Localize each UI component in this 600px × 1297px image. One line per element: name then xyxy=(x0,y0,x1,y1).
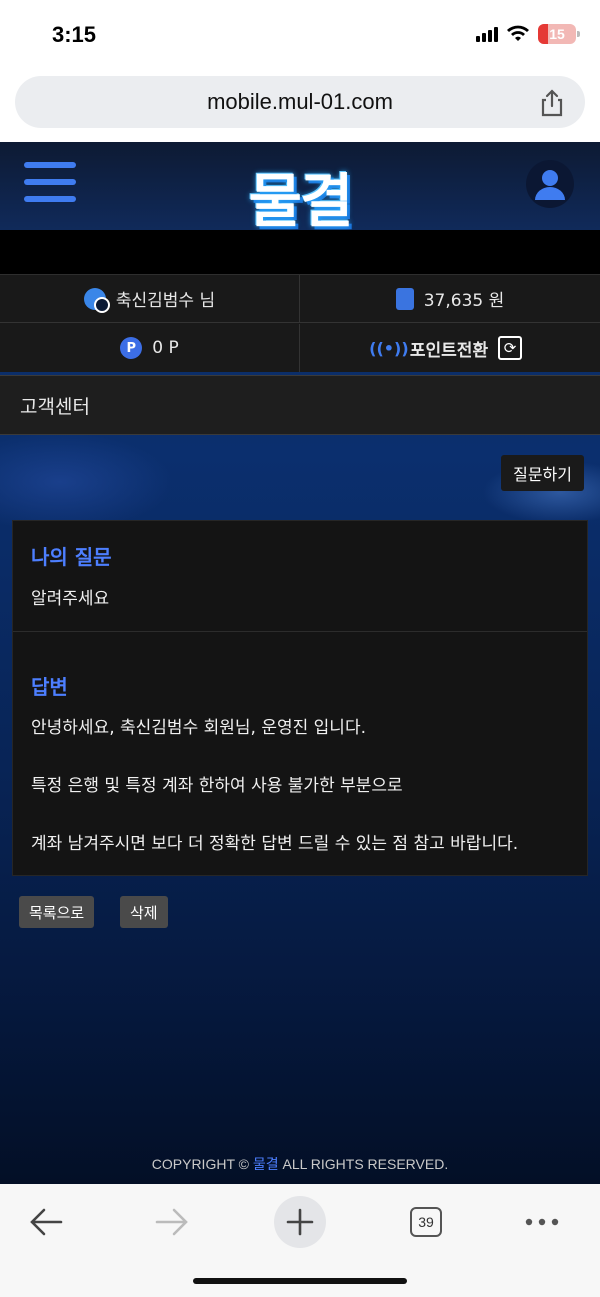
url-text: mobile.mul-01.com xyxy=(207,89,393,114)
wifi-icon xyxy=(507,25,529,41)
site-header: 물결 xyxy=(0,142,600,235)
status-icons: 15 xyxy=(476,24,580,44)
balance-cell: 37,635 원 xyxy=(300,275,600,323)
signal-icon xyxy=(476,26,498,42)
qa-panel: 나의 질문 알려주세요 답변 안녕하세요, 축신김범수 회원님, 운영진 입니다… xyxy=(12,520,588,876)
question-title: 나의 질문 xyxy=(31,545,112,569)
question-body: 알려주세요 xyxy=(31,589,110,609)
status-time: 3:15 xyxy=(52,22,97,47)
ask-question-button[interactable]: 질문하기 xyxy=(501,455,584,491)
copyright-brand: 물결 xyxy=(252,1156,279,1172)
refresh-icon[interactable]: ⟳ xyxy=(498,336,523,360)
point-exchange-cell[interactable]: ((•)) 포인트전환 ⟳ xyxy=(300,324,600,372)
plus-icon[interactable] xyxy=(274,1196,326,1248)
point-icon: P xyxy=(120,337,143,359)
notice-bar xyxy=(0,230,600,274)
exchange-icon: ((•)) xyxy=(369,338,409,358)
status-bar: 3:15 15 xyxy=(0,0,600,70)
site-content: 물결 축신김범수 님 37,635 원 P 0 P ((•)) 포인트전환 ⟳ … xyxy=(0,142,600,1184)
battery-level: 15 xyxy=(549,26,565,42)
point-exchange-label: 포인트전환 xyxy=(409,340,489,361)
points: 0 P xyxy=(152,338,179,358)
answer-title: 답변 xyxy=(31,675,68,699)
username: 축신김범수 님 xyxy=(115,291,216,311)
arrow-left-icon[interactable] xyxy=(20,1196,72,1248)
wallet-icon xyxy=(395,287,414,310)
battery-icon: 15 xyxy=(538,24,580,44)
delete-button[interactable]: 삭제 xyxy=(120,896,168,928)
balance: 37,635 원 xyxy=(423,291,505,311)
page-title: 고객센터 xyxy=(0,375,600,435)
points-cell: P 0 P xyxy=(0,324,300,372)
copyright-suffix: ALL RIGHTS RESERVED. xyxy=(278,1156,449,1172)
user-info-panel: 축신김범수 님 37,635 원 P 0 P ((•)) 포인트전환 ⟳ xyxy=(0,274,600,372)
username-cell: 축신김범수 님 xyxy=(0,275,300,323)
address-bar[interactable]: mobile.mul-01.com xyxy=(15,76,585,128)
footer-copyright: COPYRIGHT © 물결 ALL RIGHTS RESERVED. xyxy=(0,1154,600,1174)
tab-count-icon[interactable]: 39 xyxy=(400,1196,452,1248)
user-level-icon xyxy=(83,287,110,313)
answer-line: 안녕하세요, 축신김범수 회원님, 운영진 입니다. xyxy=(31,718,366,738)
site-logo[interactable]: 물결 xyxy=(0,154,600,238)
tab-count: 39 xyxy=(410,1207,442,1237)
more-dots-icon[interactable] xyxy=(516,1196,568,1248)
home-indicator xyxy=(193,1278,407,1284)
profile-icon[interactable] xyxy=(526,160,574,208)
qa-divider xyxy=(13,631,587,632)
answer-line: 특정 은행 및 특정 계좌 한하여 사용 불가한 부분으로 xyxy=(31,776,403,796)
browser-url-area: mobile.mul-01.com xyxy=(0,70,600,142)
answer-line: 계좌 남겨주시면 보다 더 정확한 답변 드릴 수 있는 점 참고 바랍니다. xyxy=(31,834,519,854)
copyright-prefix: COPYRIGHT © xyxy=(151,1156,253,1172)
share-icon[interactable] xyxy=(537,88,567,118)
back-to-list-button[interactable]: 목록으로 xyxy=(19,896,95,928)
arrow-right-icon[interactable] xyxy=(146,1196,198,1248)
